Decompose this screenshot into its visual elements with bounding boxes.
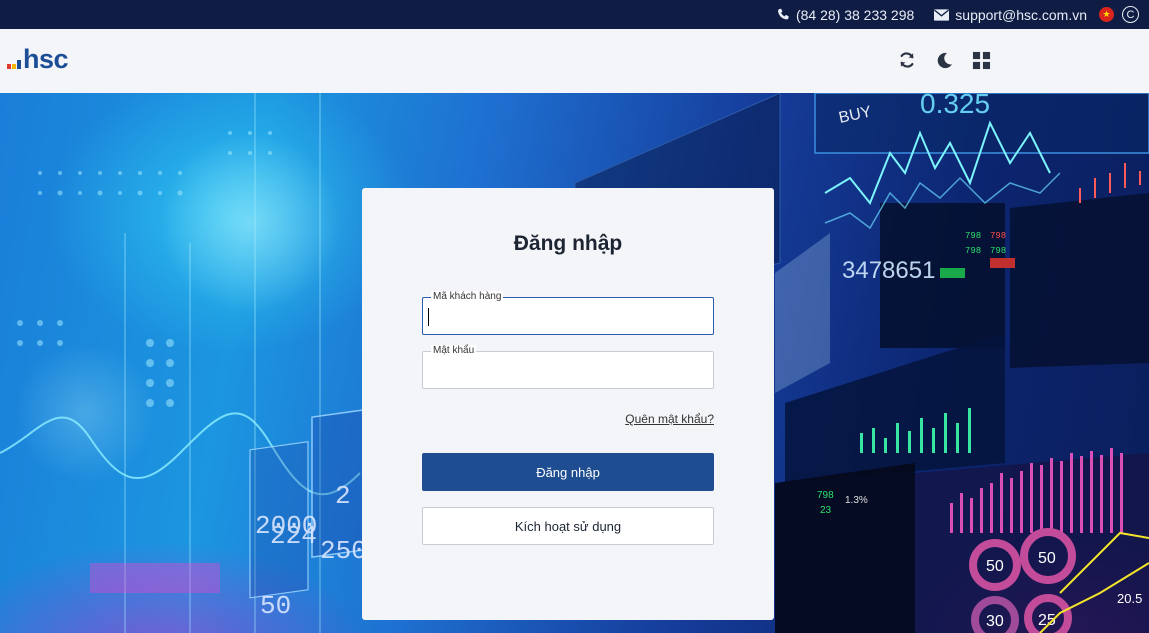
svg-text:30: 30 <box>986 613 1004 630</box>
svg-text:798: 798 <box>990 231 1006 241</box>
svg-text:798: 798 <box>990 246 1006 256</box>
svg-text:1.3%: 1.3% <box>845 495 868 506</box>
svg-text:50: 50 <box>1038 550 1056 567</box>
apps-grid-icon[interactable] <box>970 49 992 71</box>
svg-text:50: 50 <box>986 558 1004 575</box>
svg-text:798: 798 <box>965 231 981 241</box>
vietnam-flag-icon[interactable]: ★ <box>1099 7 1114 22</box>
header-actions <box>896 49 992 71</box>
svg-text:2000: 2000 <box>255 511 317 541</box>
mail-icon <box>934 8 950 21</box>
activate-account-button[interactable]: Kích hoạt sử dụng <box>422 507 714 545</box>
svg-text:3478651: 3478651 <box>842 257 935 284</box>
svg-text:0.325: 0.325 <box>920 93 990 119</box>
app-header: hsc <box>0 29 1149 93</box>
top-contact-bar: (84 28) 38 233 298 support@hsc.com.vn ★ … <box>0 0 1149 29</box>
moon-icon[interactable] <box>933 49 955 71</box>
login-button[interactable]: Đăng nhập <box>422 453 714 491</box>
phone-icon <box>777 8 789 19</box>
login-card: Đăng nhập Mã khách hàng Mật khẩu Quên mậ… <box>362 188 774 620</box>
svg-text:798: 798 <box>817 490 834 501</box>
password-input[interactable] <box>429 360 705 382</box>
svg-text:50: 50 <box>260 591 291 621</box>
login-title: Đăng nhập <box>513 232 623 255</box>
svg-text:20.5: 20.5 <box>1117 591 1142 606</box>
customer-id-label: Mã khách hàng <box>431 291 504 303</box>
email-contact[interactable]: support@hsc.com.vn <box>934 7 1087 23</box>
support-email: support@hsc.com.vn <box>955 6 1087 23</box>
phone-contact[interactable]: (84 28) 38 233 298 <box>776 7 914 23</box>
forgot-password-link[interactable]: Quên mật khẩu? <box>625 412 714 426</box>
refresh-icon[interactable] <box>896 49 918 71</box>
phone-number: (84 28) 38 233 298 <box>795 6 915 23</box>
svg-text:250: 250 <box>320 536 367 566</box>
customer-id-field[interactable]: Mã khách hàng <box>422 291 714 335</box>
copyright-icon[interactable]: C <box>1122 6 1139 23</box>
svg-text:798: 798 <box>965 246 981 256</box>
password-label: Mật khẩu <box>431 345 477 357</box>
password-field[interactable]: Mật khẩu <box>422 345 714 389</box>
svg-text:23: 23 <box>820 505 832 516</box>
logo-bars <box>7 60 21 69</box>
customer-id-input[interactable] <box>429 306 705 328</box>
hsc-logo[interactable]: hsc <box>7 44 69 74</box>
logo-text: hsc <box>23 44 69 74</box>
